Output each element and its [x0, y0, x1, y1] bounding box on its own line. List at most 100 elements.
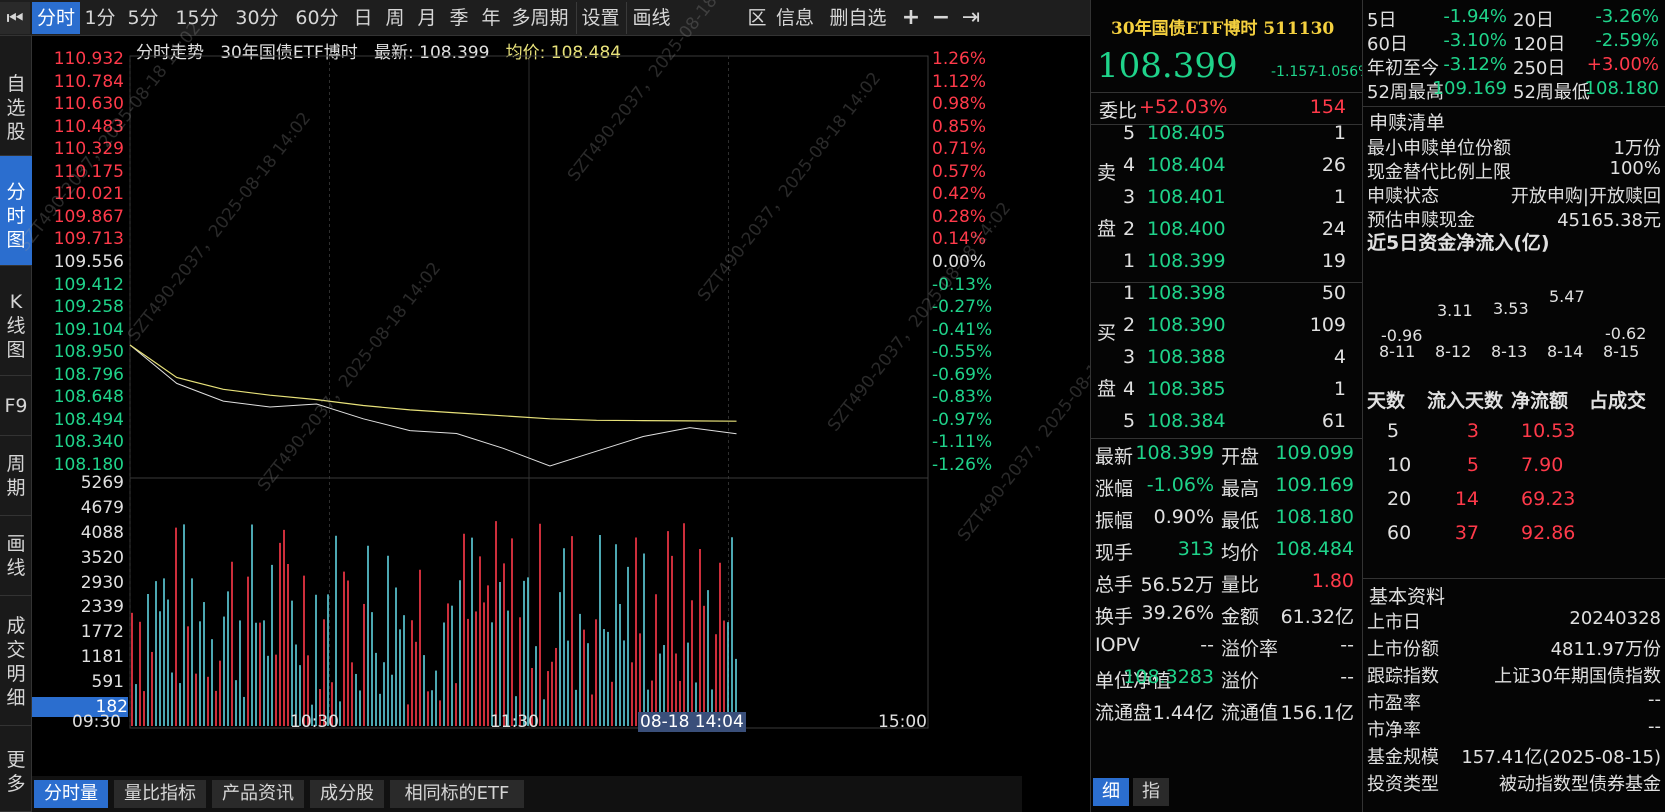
tab-same-underlying-etf[interactable]: 相同标的ETF	[390, 780, 524, 808]
stat-value: 109.169	[1275, 474, 1354, 496]
flow-date: 8-11	[1379, 342, 1416, 361]
nav-watchlist-label: 自选股	[6, 73, 26, 143]
tab-volume[interactable]: 分时量	[34, 780, 108, 808]
time-label: 10:30	[290, 712, 339, 732]
period-label: 250日	[1513, 58, 1566, 79]
stat-label: 最高	[1221, 478, 1260, 500]
stat-value: 108.399	[1135, 442, 1214, 464]
buy-label-2: 盘	[1097, 378, 1117, 400]
stat-label: 溢价率	[1221, 638, 1279, 660]
info-button[interactable]: 信息	[772, 2, 818, 34]
time-label: 11:30	[490, 712, 539, 732]
percent-tick-label: 0.28%	[932, 206, 987, 227]
stat-value: 108.484	[1275, 538, 1354, 560]
flow-table-header: 占成交	[1589, 390, 1647, 412]
left-nav: 自选股 分时图 K线图 F9 周期 画线 成交明细 更多	[0, 36, 32, 812]
flow-days: 60	[1387, 522, 1412, 544]
bid-volume: 61	[1321, 410, 1346, 432]
price-tick-label: 110.784	[53, 71, 124, 92]
zoom-out-icon[interactable]: −	[928, 2, 954, 34]
stat-label: 均价	[1221, 542, 1260, 564]
flow-date: 8-13	[1491, 342, 1528, 361]
tab-quarter[interactable]: 季	[444, 2, 474, 34]
time-label: 08-18 14:04	[638, 712, 746, 732]
tab-product-info[interactable]: 产品资讯	[212, 780, 304, 808]
tab-fenshi[interactable]: 分时	[32, 2, 80, 34]
nav-draw[interactable]: 画线	[0, 516, 32, 596]
tab-15min[interactable]: 15分	[168, 2, 226, 34]
tab-multi-period[interactable]: 多周期	[506, 2, 574, 34]
tab-60min[interactable]: 60分	[288, 2, 346, 34]
price-tick-label: 108.180	[53, 455, 124, 475]
redeem-value: 100%	[1609, 158, 1661, 179]
info-panel: 5日 -1.94% 20日 -3.26% 60日 -3.10% 120日 -2.59% 年初至今…	[1362, 0, 1665, 812]
basic-title: 基本资料	[1369, 586, 1446, 608]
tab-detail[interactable]: 细	[1093, 778, 1129, 806]
draw-line-button[interactable]: 画线	[626, 2, 676, 34]
nav-watchlist[interactable]: 自选股	[0, 52, 32, 156]
percent-tick-label: 0.00%	[932, 252, 987, 272]
nav-kline[interactable]: K线图	[0, 266, 32, 376]
stat-value: 56.52万	[1140, 574, 1214, 596]
volume-tick-label: 1772	[80, 622, 124, 643]
tab-day[interactable]: 日	[348, 2, 378, 34]
divider	[1091, 438, 1363, 439]
nav-f9[interactable]: F9	[0, 376, 32, 436]
period-label: 5日	[1367, 10, 1397, 31]
stat-label: 涨幅	[1095, 478, 1134, 500]
divider	[1363, 106, 1665, 107]
nav-intraday[interactable]: 分时图	[0, 156, 32, 266]
tab-week[interactable]: 周	[380, 2, 410, 34]
settings-button[interactable]: 设置	[576, 2, 624, 34]
chart-canvas	[129, 55, 929, 729]
divider	[1363, 578, 1665, 579]
tab-volume-ratio[interactable]: 量比指标	[114, 780, 206, 808]
volume-tick-label: 591	[91, 672, 124, 693]
nav-trade-detail[interactable]: 成交明细	[0, 596, 32, 726]
stat-label: 最新	[1095, 446, 1134, 468]
price-tick-label: 110.329	[53, 139, 124, 160]
stat-label: 金额	[1221, 606, 1260, 628]
series-line-1	[129, 344, 737, 422]
collapse-panel-icon[interactable]: ⇥	[958, 2, 984, 34]
price-tick-label: 110.630	[53, 94, 124, 115]
ask-volume: 1	[1333, 122, 1346, 144]
tab-30min[interactable]: 30分	[228, 2, 286, 34]
stat-value: 61.32亿	[1280, 606, 1354, 628]
percent-tick-label: 0.71%	[932, 139, 987, 160]
nav-period[interactable]: 周期	[0, 436, 32, 516]
period-label: 120日	[1513, 34, 1566, 55]
ask-level: 3	[1123, 186, 1136, 208]
price-tick-label: 109.258	[53, 297, 124, 318]
volume-tick-label: 4088	[80, 522, 124, 543]
flow-in-days: 37	[1454, 522, 1479, 544]
intraday-chart[interactable]: 分时走势 30年国债ETF博时 最新: 108.399 均价: 108.484 …	[32, 36, 992, 766]
flow-value: 3.11	[1437, 301, 1473, 321]
zone-button[interactable]: 区	[744, 2, 770, 34]
tab-1min[interactable]: 1分	[82, 2, 118, 34]
first-page-icon[interactable]: ⏮	[0, 2, 30, 34]
price-tick-label: 108.648	[53, 387, 124, 408]
ask-volume: 24	[1321, 218, 1346, 240]
tab-5min[interactable]: 5分	[120, 2, 166, 34]
flow-value: -0.62	[1605, 323, 1647, 343]
stat-value: 108.180	[1275, 506, 1354, 528]
zoom-in-icon[interactable]: +	[898, 2, 924, 34]
tab-month[interactable]: 月	[412, 2, 442, 34]
remove-watchlist-button[interactable]: 删自选	[824, 2, 892, 34]
bid-price: 108.384	[1147, 410, 1226, 432]
tab-index[interactable]: 指	[1133, 778, 1169, 806]
period-value: -3.10%	[1443, 30, 1507, 51]
tab-year[interactable]: 年	[476, 2, 506, 34]
price-tick-label: 110.932	[53, 49, 124, 69]
percent-tick-label: 0.42%	[932, 184, 987, 205]
nav-more[interactable]: 更多	[0, 726, 32, 812]
stat-label: 量比	[1221, 574, 1260, 596]
basic-key: 上市份额	[1367, 639, 1439, 660]
stat-value: 0.90%	[1153, 506, 1214, 528]
sell-label-1: 卖	[1097, 162, 1117, 184]
tab-constituents[interactable]: 成分股	[310, 780, 384, 808]
price-tick-label: 108.796	[53, 364, 124, 385]
percent-tick-label: 0.98%	[932, 94, 987, 115]
nav-period-label: 周期	[6, 453, 26, 499]
